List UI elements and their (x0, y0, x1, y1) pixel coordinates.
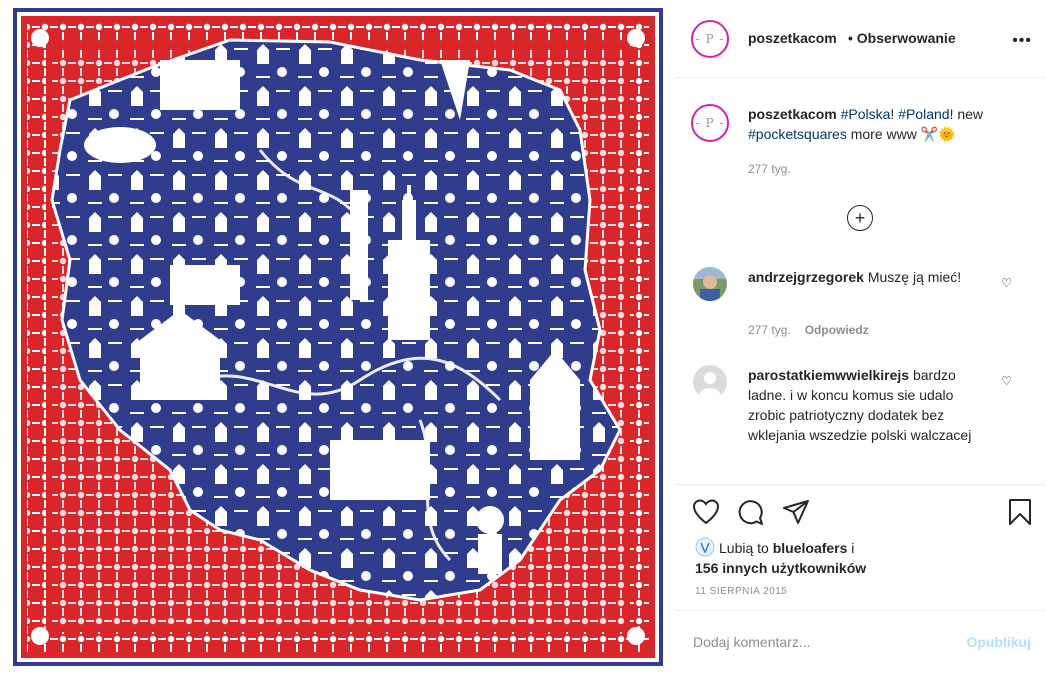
likes-prefix: Lubią to (719, 540, 773, 556)
post-sidebar: - P - poszetkacom • Obserwowanie ••• - P… (675, 0, 1046, 674)
caption-author[interactable]: poszetkacom (748, 106, 837, 122)
caption-hashtag-poland[interactable]: #Poland (898, 106, 949, 122)
save-bookmark-icon[interactable] (1005, 497, 1035, 527)
caption-hashtag-polska[interactable]: #Polska (841, 106, 891, 122)
caption-avatar-logo-text: - P - (695, 116, 725, 130)
caption-timestamp[interactable]: 277 tyg. (748, 162, 791, 176)
author-username[interactable]: poszetkacom (748, 30, 837, 46)
likes-mid: i (847, 540, 855, 556)
comment-author[interactable]: andrzejgrzegorek (748, 269, 864, 285)
likes-count[interactable]: 156 innych użytkowników (695, 560, 866, 576)
default-avatar-icon (693, 365, 727, 399)
liker-username[interactable]: blueloafers (773, 540, 848, 556)
author-avatar[interactable]: - P - (691, 20, 729, 58)
caption-text-2: ! new (949, 106, 984, 122)
pocket-square-image (0, 0, 675, 674)
separator-dot: • (848, 30, 853, 46)
comment-body: Muszę ją mieć! (867, 269, 962, 285)
likes-summary: Lubią to blueloafers i 156 innych użytkow… (695, 537, 866, 578)
divider (675, 484, 1046, 485)
post-image[interactable] (0, 0, 675, 674)
add-comment-input[interactable]: Dodaj komentarz... (693, 634, 811, 650)
comment-timestamp[interactable]: 277 tyg. (748, 323, 791, 337)
comment-icon[interactable] (735, 497, 765, 527)
user-photo-icon (693, 267, 727, 301)
comment-avatar-andrzejgrzegorek[interactable] (693, 267, 727, 301)
heart-icon[interactable] (691, 497, 721, 527)
load-more-comments-icon[interactable]: + (847, 205, 873, 231)
caption-author-avatar[interactable]: - P - (691, 104, 729, 142)
like-comment-heart-icon[interactable]: ♡ (1001, 276, 1012, 290)
follow-button-label: Obserwowanie (856, 30, 956, 46)
caption: poszetkacom #Polska! #Poland! new #pocke… (748, 104, 1018, 144)
publish-button[interactable]: Opublikuj (966, 634, 1031, 650)
more-options-icon[interactable]: ••• (1012, 32, 1032, 50)
post-date[interactable]: 11 SIERPNIA 2015 (695, 586, 787, 597)
avatar-logo-text: - P - (695, 32, 725, 46)
reply-button[interactable]: Odpowiedz (805, 323, 869, 337)
comment-1: andrzejgrzegorek Muszę ją mieć! (748, 267, 988, 287)
liker-avatar-icon[interactable] (695, 537, 715, 557)
comment-2: parostatkiemwwielkirejs bardzo ladne. i … (748, 365, 988, 445)
following-status[interactable]: • Obserwowanie (848, 30, 956, 46)
post-header: - P - poszetkacom • Obserwowanie ••• (675, 0, 1046, 78)
divider (675, 610, 1046, 611)
comment-author[interactable]: parostatkiemwwielkirejs (748, 367, 909, 383)
share-icon[interactable] (781, 497, 811, 527)
like-comment-heart-icon[interactable]: ♡ (1001, 374, 1012, 388)
caption-text-3: more www ✂️🌞 (846, 126, 956, 142)
comment-avatar-parostatkiemwwielkirejs[interactable] (693, 365, 727, 399)
caption-hashtag-pocketsquares[interactable]: #pocketsquares (748, 126, 847, 142)
comment-1-meta: 277 tyg. Odpowiedz (748, 323, 869, 337)
